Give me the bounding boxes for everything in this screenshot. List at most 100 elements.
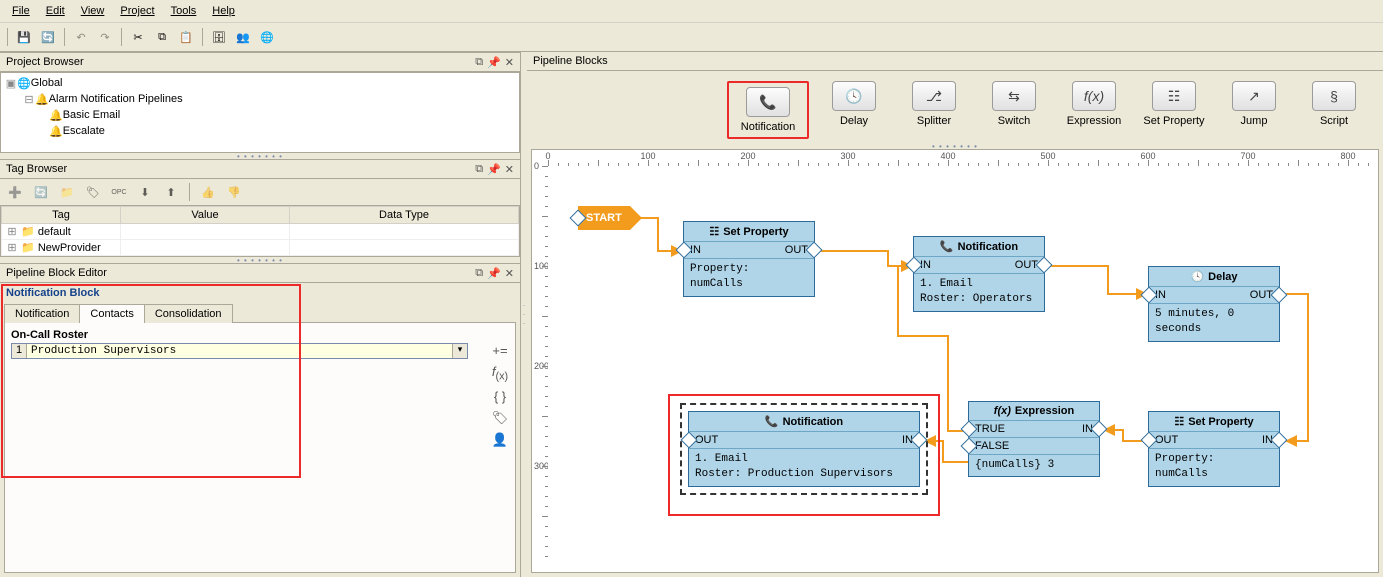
tag-toolbar: ➕ 🔄 📁 🏷 OPC ⬇ ⬆ 👍 👎 bbox=[0, 179, 520, 205]
db-icon[interactable]: 🗄 bbox=[208, 26, 230, 48]
canvas-wrap: 0100200300400500600700800 0100200300 STA… bbox=[531, 149, 1379, 573]
pin-icon-3[interactable]: 📌 bbox=[487, 267, 501, 280]
phone-icon: 📞 bbox=[746, 87, 790, 117]
roster-field[interactable]: 1 Production Supervisors ▾ bbox=[11, 343, 468, 359]
project-browser-label: Project Browser bbox=[6, 56, 84, 68]
block-palette: 📞Notification 🕓Delay ⎇Splitter ⇆Switch f… bbox=[527, 71, 1383, 143]
pin-icon-2[interactable]: 📌 bbox=[487, 163, 501, 176]
table-row[interactable]: ⊞ 📁 default bbox=[2, 224, 519, 240]
opc-icon[interactable]: OPC bbox=[108, 181, 130, 203]
project-browser-title: Project Browser ⧉ 📌 ✕ bbox=[0, 52, 520, 72]
palette-notification[interactable]: 📞Notification bbox=[727, 81, 809, 139]
left-column: Project Browser ⧉ 📌 ✕ ▣ 🌐 Global ⊟ 🔔 Alarm… bbox=[0, 52, 521, 577]
thumb-down-icon[interactable]: 👎 bbox=[223, 181, 245, 203]
tab-contacts[interactable]: Contacts bbox=[79, 304, 144, 323]
tag-bind-icon[interactable]: 🏷 bbox=[492, 410, 509, 426]
tag-icon[interactable]: 🏷 bbox=[82, 181, 104, 203]
phone-icon: 📞 bbox=[765, 415, 779, 428]
tree-global[interactable]: Global bbox=[31, 77, 63, 89]
import-icon[interactable]: ⬇ bbox=[134, 181, 156, 203]
export-icon[interactable]: ⬆ bbox=[160, 181, 182, 203]
menu-bar: File Edit View Project Tools Help bbox=[0, 0, 1383, 23]
braces-icon[interactable]: { } bbox=[494, 389, 506, 404]
copy-icon[interactable]: ⧉ bbox=[151, 26, 173, 48]
menu-project[interactable]: Project bbox=[112, 5, 162, 17]
users-icon[interactable]: 👥 bbox=[232, 26, 254, 48]
col-tag[interactable]: Tag bbox=[2, 207, 121, 224]
roster-label: On-Call Roster bbox=[11, 329, 509, 343]
globe-icon[interactable]: 🌐 bbox=[256, 26, 278, 48]
menu-file[interactable]: File bbox=[4, 5, 38, 17]
expression-tools: += f(x) { } 🏷 👤 bbox=[491, 343, 509, 448]
cut-icon[interactable]: ✂ bbox=[127, 26, 149, 48]
save-icon[interactable]: 💾 bbox=[13, 26, 35, 48]
tree-basic-email[interactable]: Basic Email bbox=[63, 109, 120, 121]
tag-browser-title: Tag Browser ⧉ 📌 ✕ bbox=[0, 159, 520, 179]
palette-delay[interactable]: 🕓Delay bbox=[819, 81, 889, 139]
menu-edit[interactable]: Edit bbox=[38, 5, 73, 17]
editor-subtitle: Notification Block bbox=[0, 283, 520, 303]
palette-switch[interactable]: ⇆Switch bbox=[979, 81, 1049, 139]
fx-icon[interactable]: f(x) bbox=[492, 364, 508, 383]
palette-script[interactable]: §Script bbox=[1299, 81, 1369, 139]
set-property-block-1[interactable]: ☷Set Property INOUT Property: numCalls bbox=[683, 221, 815, 297]
roster-dropdown-icon[interactable]: ▾ bbox=[452, 344, 467, 358]
redo-icon[interactable]: ↷ bbox=[94, 26, 116, 48]
clock-icon: 🕓 bbox=[832, 81, 876, 111]
expression-block[interactable]: f(x)Expression TRUEIN FALSE {numCalls} 3 bbox=[968, 401, 1100, 477]
delay-block[interactable]: 🕓Delay INOUT 5 minutes, 0 seconds bbox=[1148, 266, 1280, 342]
menu-view[interactable]: View bbox=[73, 5, 113, 17]
pin-icon[interactable]: 📌 bbox=[487, 56, 501, 69]
paste-icon[interactable]: 📋 bbox=[175, 26, 197, 48]
project-tree[interactable]: ▣ 🌐 Global ⊟ 🔔 Alarm Notification Pipeli… bbox=[0, 72, 520, 153]
palette-splitter[interactable]: ⎇Splitter bbox=[899, 81, 969, 139]
clock-icon: 🕓 bbox=[1190, 270, 1204, 283]
refresh-icon[interactable]: 🔄 bbox=[37, 26, 59, 48]
col-value[interactable]: Value bbox=[121, 207, 290, 224]
thumb-up-icon[interactable]: 👍 bbox=[197, 181, 219, 203]
tree-alarm[interactable]: Alarm Notification Pipelines bbox=[49, 93, 183, 105]
roster-index: 1 bbox=[12, 344, 27, 358]
tag-refresh-icon[interactable]: 🔄 bbox=[30, 181, 52, 203]
close-icon-2[interactable]: ✕ bbox=[505, 163, 514, 176]
folder-icon[interactable]: 📁 bbox=[56, 181, 78, 203]
pipeline-canvas[interactable]: START ☷Set Property INOUT Property: numC… bbox=[548, 166, 1378, 572]
close-icon-3[interactable]: ✕ bbox=[505, 267, 514, 280]
tag-table[interactable]: Tag Value Data Type ⊞ 📁 default ⊞ 📁 NewP… bbox=[0, 205, 520, 257]
palette-set-property[interactable]: ☷Set Property bbox=[1139, 81, 1209, 139]
tag-browser-label: Tag Browser bbox=[6, 163, 67, 175]
roster-value[interactable]: Production Supervisors bbox=[27, 344, 452, 358]
switch-icon: ⇆ bbox=[992, 81, 1036, 111]
tag-add-icon[interactable]: ➕ bbox=[4, 181, 26, 203]
dock-icon-2[interactable]: ⧉ bbox=[475, 163, 483, 176]
tab-consolidation[interactable]: Consolidation bbox=[144, 304, 233, 323]
tab-notification[interactable]: Notification bbox=[4, 304, 80, 323]
pipeline-editor-label: Pipeline Block Editor bbox=[6, 267, 107, 279]
palette-jump[interactable]: ↗Jump bbox=[1219, 81, 1289, 139]
menu-tools[interactable]: Tools bbox=[163, 5, 205, 17]
menu-help[interactable]: Help bbox=[204, 5, 243, 17]
list-icon: ☷ bbox=[1152, 81, 1196, 111]
jump-icon: ↗ bbox=[1232, 81, 1276, 111]
col-type[interactable]: Data Type bbox=[290, 207, 519, 224]
user-icon[interactable]: 👤 bbox=[492, 432, 508, 448]
phone-icon: 📞 bbox=[940, 240, 954, 253]
editor-tabs: Notification Contacts Consolidation bbox=[4, 303, 516, 323]
fx-icon: f(x) bbox=[1072, 81, 1116, 111]
notification-block-1[interactable]: 📞Notification INOUT 1. EmailRoster: Oper… bbox=[913, 236, 1045, 312]
start-block[interactable]: START bbox=[578, 206, 630, 230]
list-icon: ☷ bbox=[1174, 415, 1184, 428]
dock-icon[interactable]: ⧉ bbox=[475, 56, 483, 69]
ruler-horizontal: 0100200300400500600700800 bbox=[548, 150, 1378, 167]
table-row[interactable]: ⊞ 📁 NewProvider bbox=[2, 240, 519, 256]
set-property-block-2[interactable]: ☷Set Property OUTIN Property: numCalls bbox=[1148, 411, 1280, 487]
operator-icon[interactable]: += bbox=[492, 343, 507, 358]
tree-escalate[interactable]: Escalate bbox=[63, 125, 105, 137]
undo-icon[interactable]: ↶ bbox=[70, 26, 92, 48]
close-icon[interactable]: ✕ bbox=[505, 56, 514, 69]
dock-icon-3[interactable]: ⧉ bbox=[475, 267, 483, 280]
palette-expression[interactable]: f(x)Expression bbox=[1059, 81, 1129, 139]
pipeline-blocks-label: Pipeline Blocks bbox=[533, 55, 608, 67]
ruler-vertical: 0100200300 bbox=[532, 166, 549, 572]
notification-block-2[interactable]: 📞Notification OUTIN 1. EmailRoster: Prod… bbox=[688, 411, 920, 487]
